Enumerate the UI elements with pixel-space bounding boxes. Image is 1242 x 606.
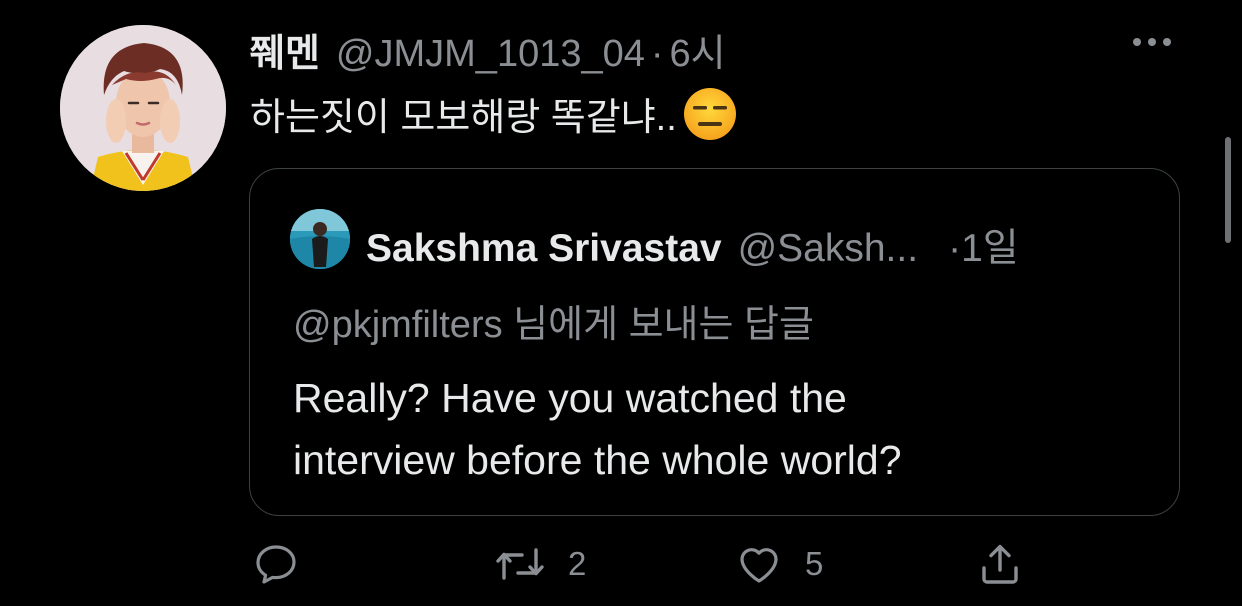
quoted-text-line: Really? Have you watched the [293, 375, 847, 421]
reply-context[interactable]: @pkjmfilters 님에게 보내는 답글 [293, 293, 814, 348]
quoted-tweet-card[interactable]: Sakshma Srivastav @Saksh... ·1일 @pkjmfil… [249, 168, 1180, 516]
expressionless-face-icon [683, 87, 736, 140]
scrollbar[interactable] [1225, 137, 1231, 243]
avatar-image [60, 25, 226, 191]
author-handle[interactable]: @JMJM_1013_04 [336, 33, 645, 76]
like-count: 5 [805, 545, 824, 582]
quoted-author-display-name[interactable]: Sakshma Srivastav [366, 227, 722, 271]
more-dot [1163, 38, 1171, 46]
quoted-tweet-timestamp[interactable]: ·1일 [948, 217, 1019, 273]
header-separator: · [650, 33, 664, 75]
retweet-icon [496, 548, 544, 580]
action-bar: 2 5 [0, 540, 1242, 600]
quoted-avatar-image [290, 209, 350, 269]
tweet-text-content: 하는짓이 모보해랑 똑같냐.. [250, 97, 677, 139]
retweet-button[interactable]: 2 [494, 540, 586, 588]
share-icon [982, 544, 1018, 584]
retweet-count: 2 [568, 545, 587, 582]
reply-button[interactable] [252, 540, 300, 588]
tweet-timestamp[interactable]: 6시 [670, 22, 726, 77]
quoted-author-handle[interactable]: @Saksh... [738, 227, 919, 271]
tweet-text: 하는짓이 모보해랑 똑같냐.. [250, 86, 737, 141]
like-button[interactable]: 5 [735, 540, 823, 588]
more-dot [1148, 38, 1156, 46]
quoted-author-avatar[interactable] [290, 209, 350, 269]
heart-icon [740, 548, 778, 583]
reply-icon [256, 545, 296, 584]
author-avatar[interactable] [60, 25, 226, 191]
author-display-name[interactable]: 쮀멘 [250, 22, 320, 77]
quoted-tweet-text: Really? Have you watched the interview b… [293, 367, 902, 491]
quoted-tweet-header: Sakshma Srivastav @Saksh... ·1일 [366, 217, 1019, 273]
tweet-header: 쮀멘 @JMJM_1013_04 · 6시 [250, 22, 726, 77]
more-icon[interactable] [1133, 38, 1171, 46]
more-dot [1133, 38, 1141, 46]
share-button[interactable] [976, 540, 1024, 588]
quoted-text-line: interview before the whole world? [293, 437, 902, 483]
